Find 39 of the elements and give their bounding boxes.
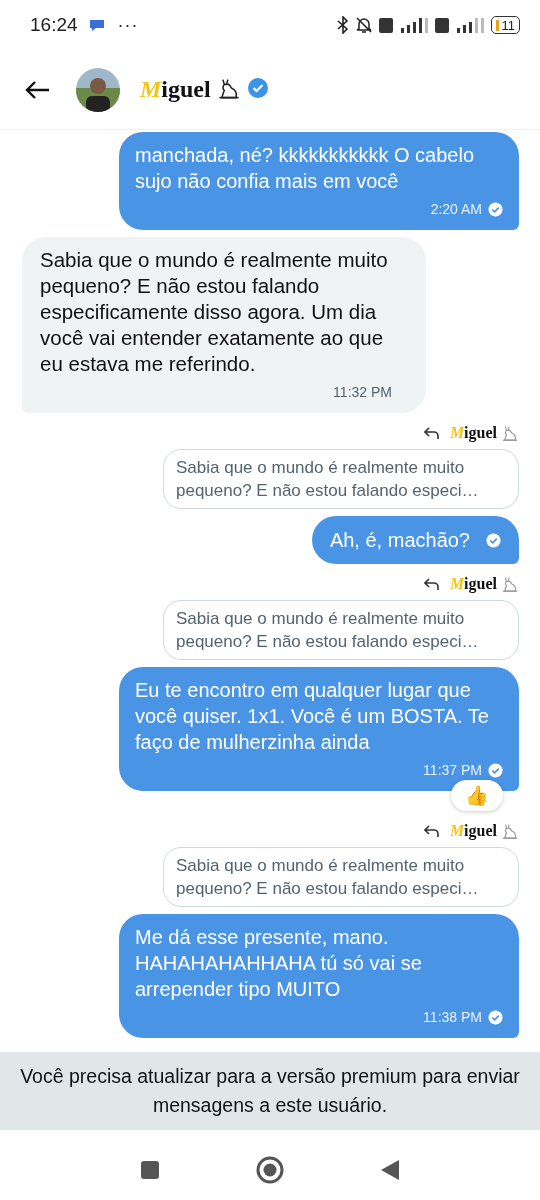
premium-notice: Você precisa atualizar para a versão premium para enviar mensagens a este usuário. xyxy=(20,1065,520,1116)
signal-icon xyxy=(434,16,485,34)
quoted-message[interactable]: Sabia que o mundo é realmente muito pequeno? E não estou falando especi… xyxy=(163,600,519,660)
bell-off-icon xyxy=(354,16,373,34)
sent-check-icon xyxy=(486,532,501,548)
reply-author: Miguel xyxy=(449,424,497,442)
message-time: 11:38 PM xyxy=(423,1008,482,1027)
message-time: 11:32 PM xyxy=(333,383,392,402)
quoted-text: Sabia que o mundo é realmente muito pequeno? E não estou falando especi… xyxy=(176,855,480,900)
reply-author: Miguel xyxy=(449,822,497,840)
sent-check-icon xyxy=(488,1009,503,1025)
clock-time: 16:24 xyxy=(30,14,78,36)
recents-button-icon[interactable] xyxy=(140,1160,160,1180)
message-text: Me dá esse presente, mano. HAHAHAHAHHAHA tú só vai se arrepender tipo MUITO xyxy=(135,926,422,1000)
back-arrow-icon[interactable] xyxy=(24,79,50,100)
reply-arrow-icon xyxy=(423,577,440,591)
message-text: Ah, é, machão? xyxy=(329,528,470,553)
contact-name: Miguel xyxy=(140,76,211,103)
message-text: Eu te encontro em qualquer lugar que você quiser. 1x1. Você é um BOSTA. Te faço de mulherzinha ainda xyxy=(135,679,489,753)
sent-check-icon xyxy=(488,201,503,217)
quoted-message[interactable]: Sabia que o mundo é realmente muito pequeno? E não estou falando especi… xyxy=(163,449,519,509)
back-button-icon[interactable] xyxy=(380,1159,400,1181)
quoted-text: Sabia que o mundo é realmente muito pequeno? E não estou falando especi… xyxy=(176,608,480,653)
home-button-icon[interactable] xyxy=(256,1156,284,1184)
reply-arrow-icon xyxy=(423,824,440,838)
message-time: 2:20 AM xyxy=(430,200,482,219)
reply-arrow-icon xyxy=(423,426,440,440)
chat-bubble-icon xyxy=(87,18,106,32)
reply-author: Miguel xyxy=(449,575,497,593)
signal-icon xyxy=(378,16,429,34)
more-icon: ··· xyxy=(117,14,139,36)
message-time: 11:37 PM xyxy=(423,761,482,780)
quoted-text: Sabia que o mundo é realmente muito pequeno? E não estou falando especi… xyxy=(176,457,480,502)
sent-check-icon xyxy=(488,762,503,778)
message-text: manchada, né? kkkkkkkkkkk O cabelo sujo não confia mais em você xyxy=(135,144,475,192)
quoted-message[interactable]: Sabia que o mundo é realmente muito pequeno? E não estou falando especi… xyxy=(163,847,519,907)
battery-indicator: 11 xyxy=(490,16,520,34)
bluetooth-icon xyxy=(336,16,349,34)
message-text: Sabia que o mundo é realmente muito pequeno? E não estou falando especificamente disso agora. Um dia você vai entender exatamente ao que eu estava me referindo. xyxy=(40,248,388,375)
